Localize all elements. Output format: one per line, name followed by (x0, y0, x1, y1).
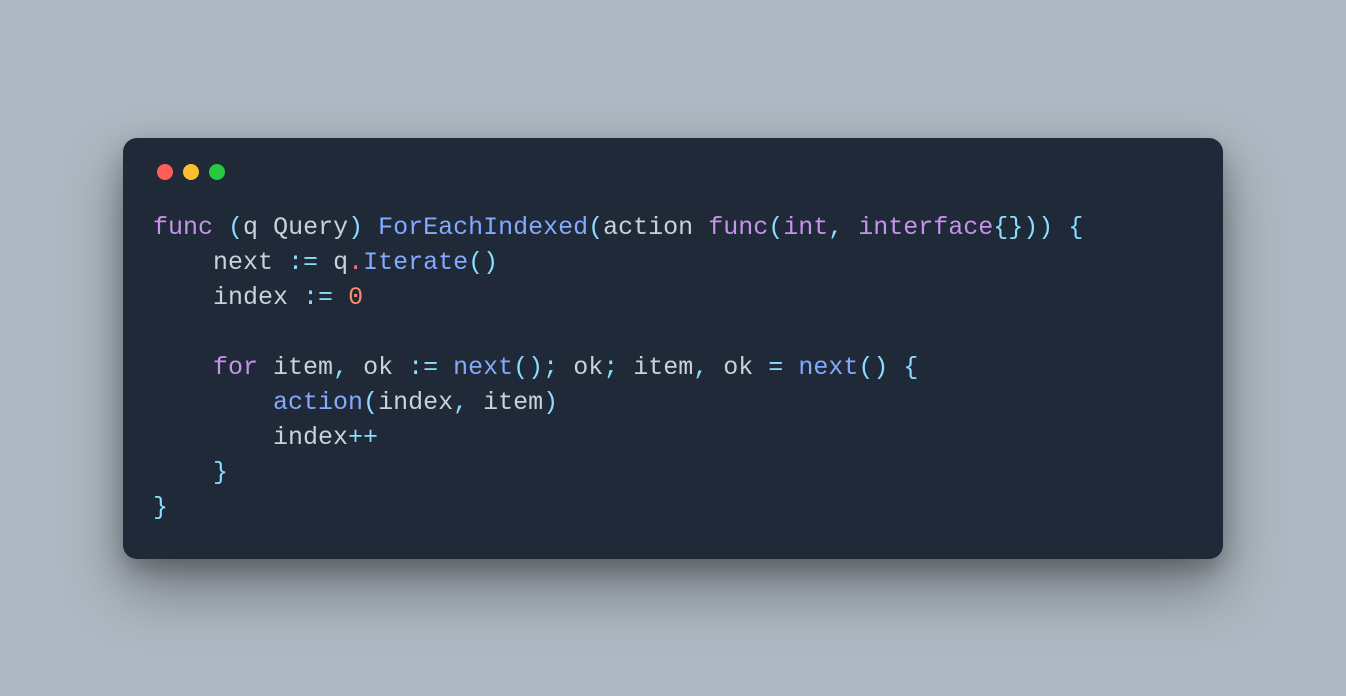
keyword-func: func (153, 213, 213, 242)
dot: . (348, 248, 363, 277)
code-block: func (q Query) ForEachIndexed(action fun… (153, 210, 1193, 525)
zoom-icon[interactable] (209, 164, 225, 180)
call-next: next (798, 353, 858, 382)
var-next: next (213, 248, 273, 277)
call-action: action (273, 388, 363, 417)
type-query: Query (273, 213, 348, 242)
literal-zero: 0 (348, 283, 363, 312)
recv-var: q (243, 213, 258, 242)
code-window: func (q Query) ForEachIndexed(action fun… (123, 138, 1223, 559)
punct: ( (213, 213, 243, 242)
keyword-func: func (708, 213, 768, 242)
method-name: ForEachIndexed (378, 213, 588, 242)
keyword-for: for (213, 353, 258, 382)
minimize-icon[interactable] (183, 164, 199, 180)
keyword-interface: interface (858, 213, 993, 242)
window-controls (153, 164, 1193, 180)
var-index: index (213, 283, 288, 312)
call-next: next (453, 353, 513, 382)
call-iterate: Iterate (363, 248, 468, 277)
close-icon[interactable] (157, 164, 173, 180)
param-action: action (603, 213, 693, 242)
op-inc: ++ (348, 423, 378, 452)
type-int: int (783, 213, 828, 242)
op-shortassign: := (288, 248, 318, 277)
